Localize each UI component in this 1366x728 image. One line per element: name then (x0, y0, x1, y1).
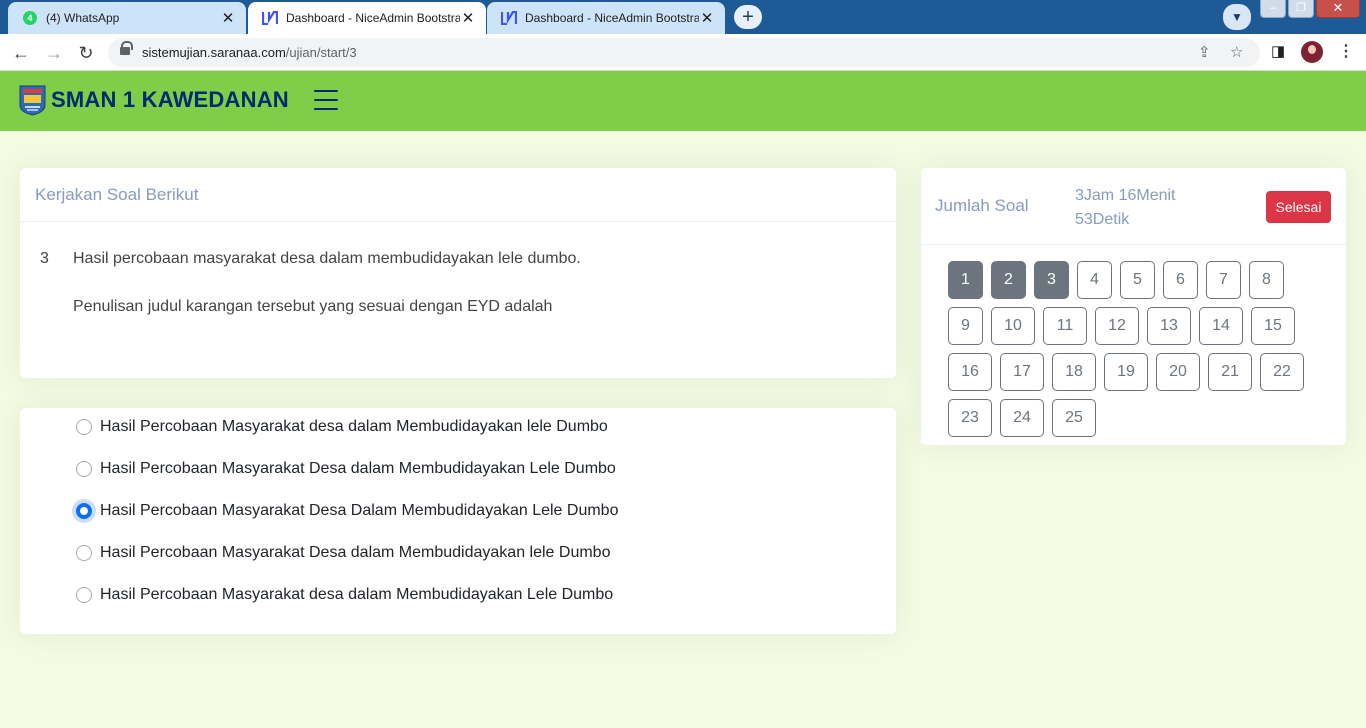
menu-toggle-icon[interactable] (314, 90, 338, 112)
school-name[interactable]: SMAN 1 KAWEDANAN (51, 87, 289, 113)
question-nav-button[interactable]: 6 (1163, 261, 1198, 299)
window-close-icon[interactable]: ✕ (1316, 0, 1360, 18)
browser-tab-bar: 4 (4) WhatsApp ✕ Dashboard - NiceAdmin B… (0, 0, 1366, 34)
back-arrow-icon[interactable]: ← (8, 40, 34, 66)
whatsapp-badge: 4 (23, 11, 37, 25)
question-nav-button[interactable]: 13 (1147, 307, 1191, 345)
question-nav-button[interactable]: 18 (1052, 353, 1096, 391)
question-nav-button[interactable]: 21 (1208, 353, 1252, 391)
question-card-title: Kerjakan Soal Berikut (20, 168, 896, 222)
school-logo (19, 85, 46, 116)
option-label: Hasil Percobaan Masyarakat Desa Dalam Me… (100, 502, 619, 519)
new-tab-button[interactable]: + (734, 5, 762, 29)
niceadmin-logo-icon (262, 10, 278, 26)
question-nav-button[interactable]: 15 (1251, 307, 1295, 345)
question-nav-button[interactable]: 12 (1095, 307, 1139, 345)
question-count-label: Jumlah Soal (935, 196, 1029, 215)
radio-button[interactable] (76, 587, 92, 603)
close-icon[interactable]: ✕ (460, 9, 476, 27)
close-icon[interactable]: ✕ (220, 9, 236, 27)
minimize-icon[interactable]: – (1260, 0, 1286, 18)
option-label: Hasil Percobaan Masyarakat Desa dalam Me… (100, 544, 611, 561)
address-bar[interactable]: sistemujian.saranaa.com/ujian/start/3 ⇪ … (108, 38, 1260, 67)
question-nav-button[interactable]: 5 (1120, 261, 1155, 299)
question-nav-button[interactable]: 25 (1052, 399, 1096, 437)
bookmark-star-icon[interactable]: ☆ (1230, 43, 1243, 61)
question-nav-button[interactable]: 2 (991, 261, 1026, 299)
timer-seconds: 53Detik (1075, 211, 1130, 228)
question-nav-button[interactable]: 16 (948, 353, 992, 391)
question-nav-button[interactable]: 20 (1156, 353, 1200, 391)
share-icon[interactable]: ⇪ (1198, 43, 1211, 61)
browser-tab-dashboard[interactable]: Dashboard - NiceAdmin Bootstrap ✕ (487, 2, 725, 34)
lock-icon (120, 41, 133, 55)
question-nav-button[interactable]: 24 (1000, 399, 1044, 437)
finish-button[interactable]: Selesai (1266, 191, 1331, 223)
answer-options-card: Hasil Percobaan Masyarakat desa dalam Me… (20, 408, 896, 634)
browser-tab-dashboard-active[interactable]: Dashboard - NiceAdmin Bootstrap ✕ (248, 2, 486, 34)
timer-hours-minutes: 3Jam 16Menit (1075, 187, 1176, 204)
navigator-header: Jumlah Soal 3Jam 16Menit 53Detik Selesai (921, 168, 1346, 245)
browser-toolbar: ← → ↻ sistemujian.saranaa.com/ujian/star… (0, 34, 1366, 71)
side-panel-icon[interactable]: ◨ (1271, 42, 1285, 60)
close-icon[interactable]: ✕ (699, 9, 715, 27)
question-nav-button[interactable]: 7 (1206, 261, 1241, 299)
answer-option-3[interactable]: Hasil Percobaan Masyarakat Desa Dalam Me… (76, 502, 618, 520)
question-nav-button[interactable]: 17 (1000, 353, 1044, 391)
option-label: Hasil Percobaan Masyarakat desa dalam Me… (100, 586, 614, 603)
tab-title: Dashboard - NiceAdmin Bootstrap (525, 11, 699, 25)
answer-option-4[interactable]: Hasil Percobaan Masyarakat Desa dalam Me… (76, 544, 610, 562)
question-nav-button[interactable]: 4 (1077, 261, 1112, 299)
option-label: Hasil Percobaan Masyarakat Desa dalam Me… (100, 460, 616, 477)
question-text: Hasil percobaan masyarakat desa dalam me… (73, 250, 581, 267)
answer-option-2[interactable]: Hasil Percobaan Masyarakat Desa dalam Me… (76, 460, 616, 478)
question-nav-button[interactable]: 19 (1104, 353, 1148, 391)
question-number: 3 (40, 250, 49, 267)
question-nav-button[interactable]: 11 (1043, 307, 1087, 345)
tab-title: Dashboard - NiceAdmin Bootstrap (286, 11, 460, 25)
question-nav-button[interactable]: 14 (1199, 307, 1243, 345)
forward-arrow-icon[interactable]: → (41, 40, 67, 66)
tab-search-chevron-icon[interactable]: ▼ (1223, 4, 1251, 30)
radio-button[interactable] (76, 545, 92, 561)
app-header: SMAN 1 KAWEDANAN (0, 71, 1366, 131)
question-nav-button[interactable]: 22 (1260, 353, 1304, 391)
answer-option-1[interactable]: Hasil Percobaan Masyarakat desa dalam Me… (76, 418, 608, 436)
question-nav-button[interactable]: 10 (991, 307, 1035, 345)
url-path: /ujian/start/3 (285, 45, 357, 60)
answer-option-5[interactable]: Hasil Percobaan Masyarakat desa dalam Me… (76, 586, 613, 604)
question-nav-button[interactable]: 1 (948, 261, 983, 299)
question-nav-button[interactable]: 9 (948, 307, 983, 345)
question-nav-button[interactable]: 8 (1249, 261, 1284, 299)
option-label: Hasil Percobaan Masyarakat desa dalam Me… (100, 418, 608, 435)
question-nav-button[interactable]: 3 (1034, 261, 1069, 299)
radio-button[interactable] (76, 419, 92, 435)
browser-tab-whatsapp[interactable]: 4 (4) WhatsApp ✕ (8, 2, 246, 34)
profile-avatar[interactable] (1301, 41, 1323, 63)
question-nav-button[interactable]: 23 (948, 399, 992, 437)
restore-icon[interactable]: ❐ (1288, 0, 1314, 18)
reload-icon[interactable]: ↻ (73, 40, 99, 66)
radio-button[interactable] (76, 461, 92, 477)
countdown-timer: 3Jam 16Menit 53Detik (1075, 184, 1205, 232)
radio-button-selected[interactable] (76, 503, 92, 519)
window-controls: – ❐ ✕ (1258, 0, 1360, 18)
browser-menu-icon[interactable]: ⋮ (1338, 40, 1354, 64)
url-text: sistemujian.saranaa.com/ujian/start/3 (142, 45, 357, 60)
question-prompt: Penulisan judul karangan tersebut yang s… (73, 298, 553, 315)
url-host: sistemujian.saranaa.com (142, 45, 286, 60)
niceadmin-logo-icon (501, 10, 517, 26)
question-card: Kerjakan Soal Berikut 3 Hasil percobaan … (20, 168, 896, 378)
question-navigator-card: Jumlah Soal 3Jam 16Menit 53Detik Selesai… (921, 168, 1346, 445)
tab-title: (4) WhatsApp (46, 11, 120, 25)
whatsapp-icon: 4 (22, 10, 38, 26)
